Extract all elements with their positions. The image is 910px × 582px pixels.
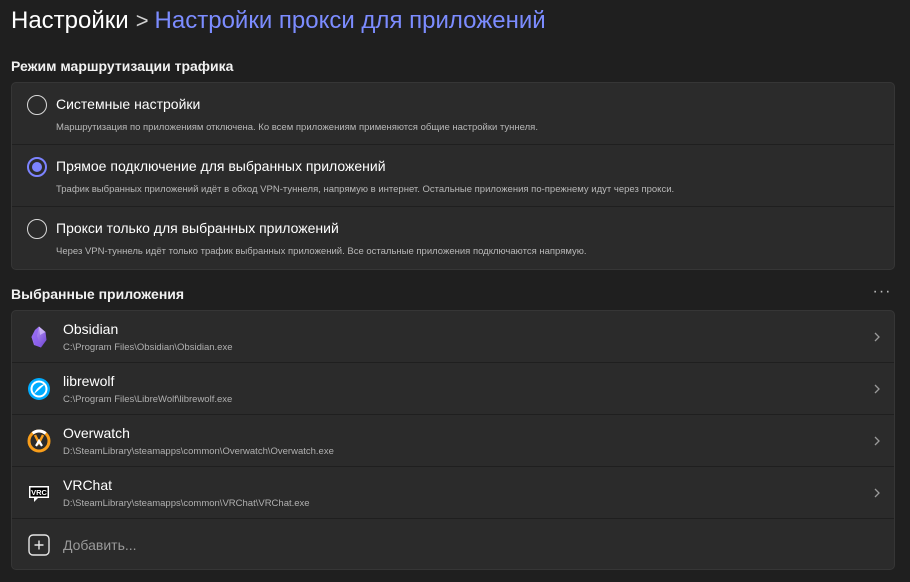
selected-apps-title: Выбранные приложения — [11, 286, 185, 302]
routing-option-label: Системные настройки — [56, 96, 201, 112]
svg-text:VRC: VRC — [31, 488, 47, 497]
app-name: Overwatch — [63, 425, 130, 441]
routing-mode-card: Системные настройки Маршрутизация по при… — [11, 82, 895, 270]
app-item-librewolf[interactable]: librewolf C:\Program Files\LibreWolf\lib… — [12, 363, 894, 415]
routing-option-label: Прокси только для выбранных приложений — [56, 220, 339, 236]
breadcrumb: Настройки > Настройки прокси для приложе… — [11, 6, 546, 36]
add-app-label: Добавить... — [63, 537, 137, 553]
app-item-overwatch[interactable]: Overwatch D:\SteamLibrary\steamapps\comm… — [12, 415, 894, 467]
routing-option-system[interactable]: Системные настройки Маршрутизация по при… — [12, 83, 894, 145]
breadcrumb-root[interactable]: Настройки — [11, 6, 129, 36]
vrchat-icon: VRC — [29, 486, 49, 502]
more-options-button[interactable]: ··· — [871, 283, 893, 301]
chevron-right-icon — [874, 436, 880, 446]
routing-option-description: Трафик выбранных приложений идёт в обход… — [56, 184, 675, 195]
app-item-obsidian[interactable]: Obsidian C:\Program Files\Obsidian\Obsid… — [12, 311, 894, 363]
chevron-right-icon — [874, 488, 880, 498]
routing-option-label: Прямое подключение для выбранных приложе… — [56, 158, 386, 174]
app-path: D:\SteamLibrary\steamapps\common\VRChat\… — [63, 498, 310, 509]
app-proxy-settings-page: Настройки > Настройки прокси для приложе… — [0, 0, 910, 582]
plus-icon — [28, 534, 50, 556]
app-name: librewolf — [63, 373, 115, 389]
app-name: Obsidian — [63, 321, 119, 337]
routing-option-description: Маршрутизация по приложениям отключена. … — [56, 122, 538, 133]
app-path: C:\Program Files\LibreWolf\librewolf.exe — [63, 394, 233, 405]
app-path: C:\Program Files\Obsidian\Obsidian.exe — [63, 342, 233, 353]
selected-apps-card: Obsidian C:\Program Files\Obsidian\Obsid… — [11, 310, 895, 570]
radio-button[interactable] — [27, 219, 47, 239]
obsidian-icon — [31, 326, 47, 348]
page-title: Настройки прокси для приложений — [154, 7, 546, 34]
radio-button-selected[interactable] — [27, 157, 47, 177]
radio-button[interactable] — [27, 95, 47, 115]
breadcrumb-separator: > — [135, 8, 149, 33]
routing-option-direct[interactable]: Прямое подключение для выбранных приложе… — [12, 145, 894, 207]
routing-option-description: Через VPN-туннель идёт только трафик выб… — [56, 246, 587, 257]
app-path: D:\SteamLibrary\steamapps\common\Overwat… — [63, 446, 334, 457]
app-item-vrchat[interactable]: VRC VRChat D:\SteamLibrary\steamapps\com… — [12, 467, 894, 519]
overwatch-icon — [27, 429, 51, 453]
add-app-button[interactable]: Добавить... — [12, 519, 894, 569]
app-name: VRChat — [63, 477, 113, 493]
routing-option-proxy[interactable]: Прокси только для выбранных приложений Ч… — [12, 207, 894, 269]
chevron-right-icon — [874, 332, 880, 342]
routing-mode-title: Режим маршрутизации трафика — [11, 58, 234, 74]
chevron-right-icon — [874, 384, 880, 394]
librewolf-icon — [28, 378, 50, 400]
